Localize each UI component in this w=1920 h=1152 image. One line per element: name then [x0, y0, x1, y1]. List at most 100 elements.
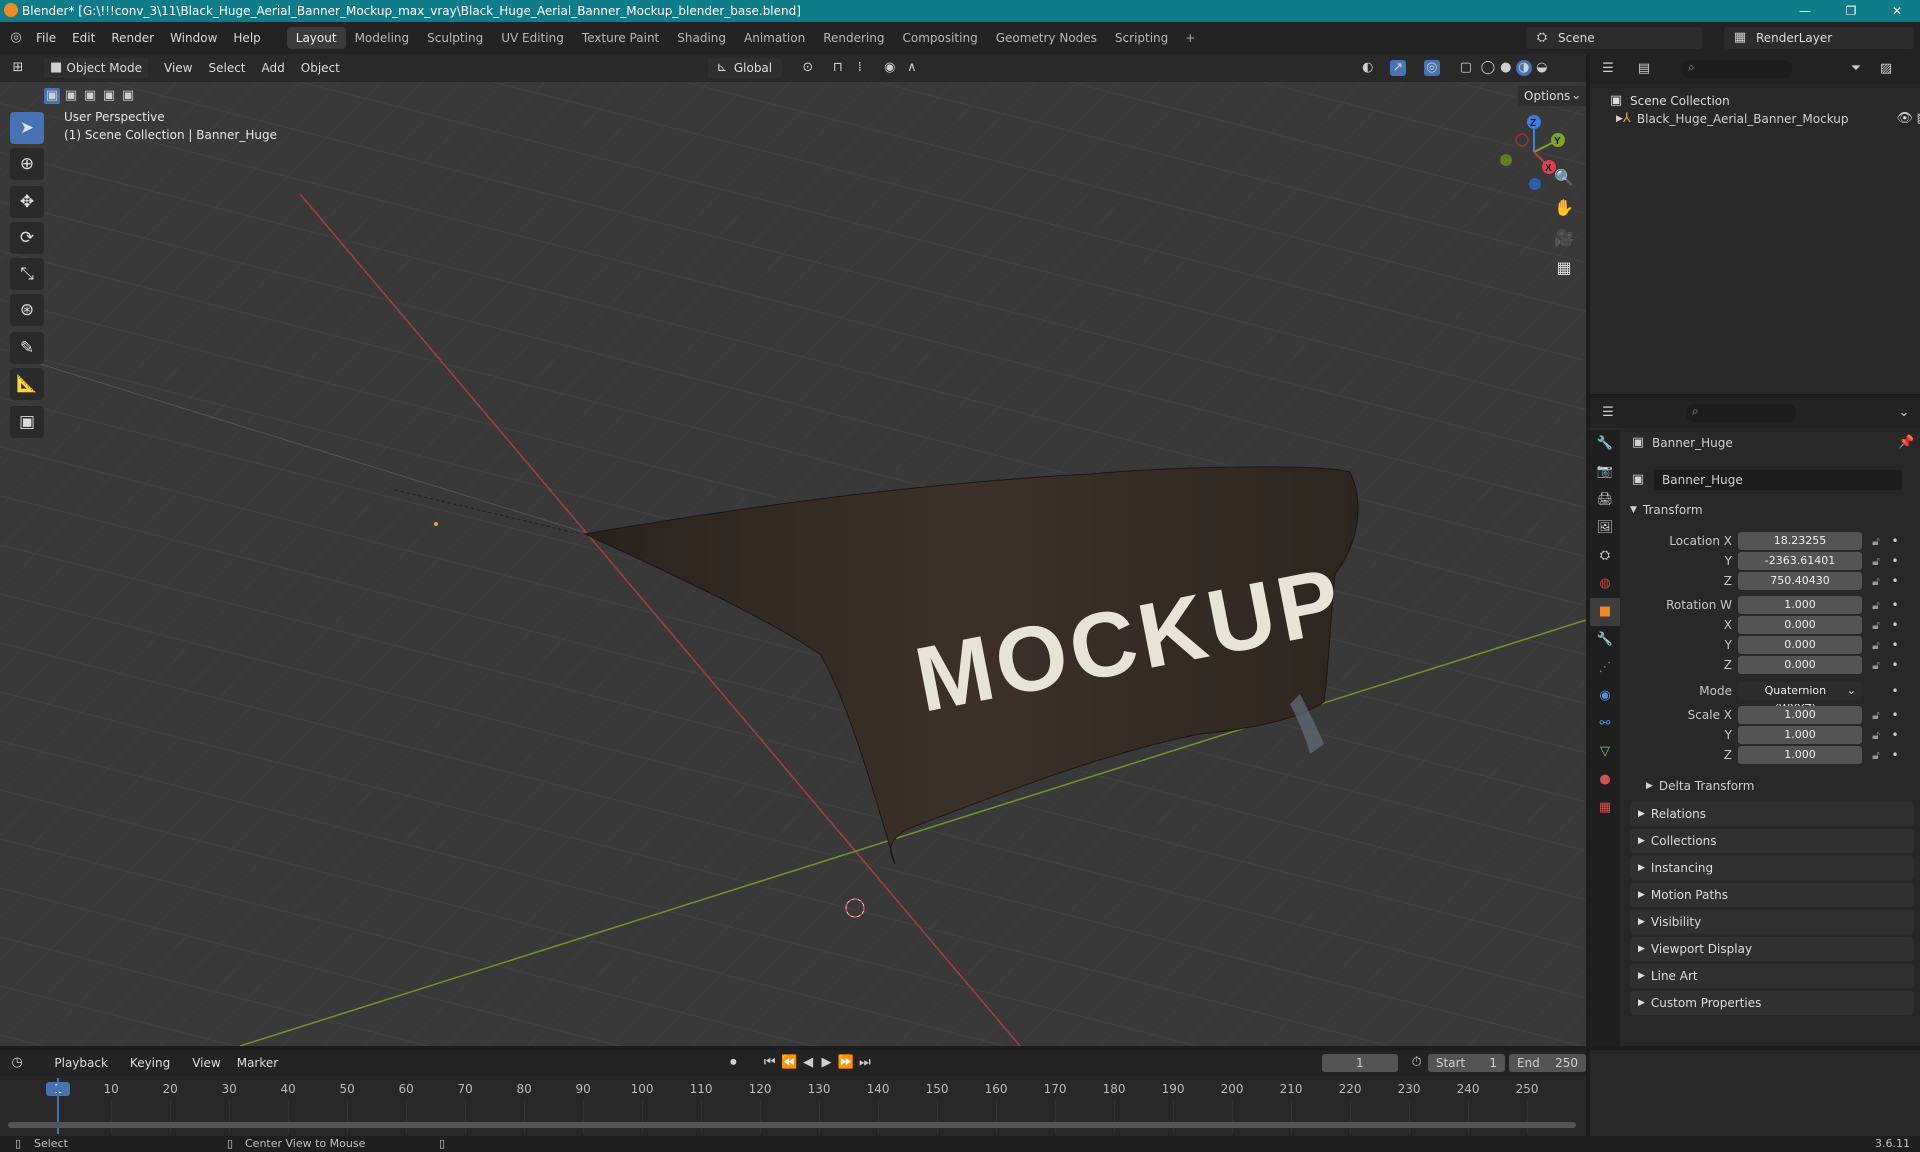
transform-panel-header[interactable]: ▼ Transform [1630, 500, 1914, 520]
rotation-y-field[interactable]: 0.000 [1738, 636, 1862, 654]
expand-arrow-icon[interactable]: ▶ [1616, 111, 1623, 127]
menu-render[interactable]: Render [103, 31, 162, 45]
timeline-menu-view[interactable]: View [184, 1056, 228, 1070]
menu-help[interactable]: Help [225, 31, 268, 45]
keyframe-dot-icon[interactable]: • [1888, 728, 1902, 742]
current-frame-field[interactable]: 1 [1322, 1054, 1398, 1072]
rotation-mode-dropdown[interactable]: Quaternion (WXYZ) ⌄ [1738, 682, 1862, 715]
select-intersect-icon[interactable]: ▣ [120, 88, 136, 104]
location-z-field[interactable]: 750.40430 [1738, 572, 1862, 590]
keyframe-dot-icon[interactable]: • [1888, 534, 1902, 548]
outliner-search-input[interactable]: ⌕ [1682, 60, 1792, 78]
select-new-icon[interactable]: ▣ [44, 88, 60, 104]
new-collection-icon[interactable]: ▨ [1878, 61, 1894, 77]
menu-edit[interactable]: Edit [64, 31, 103, 45]
tab-geometry-nodes[interactable]: Geometry Nodes [987, 27, 1106, 49]
next-keyframe-icon[interactable]: ⏩ [838, 1055, 854, 1071]
timeline-menu-playback[interactable]: Playback [46, 1056, 116, 1070]
tab-scripting[interactable]: Scripting [1106, 27, 1177, 49]
menu-window[interactable]: Window [162, 31, 225, 45]
viewport-menu-view[interactable]: View [156, 61, 200, 75]
keyframe-dot-icon[interactable]: • [1888, 574, 1902, 588]
camera-icon[interactable]: ▨ [1917, 111, 1920, 127]
panel-custom-properties[interactable]: ▶ Custom Properties [1630, 991, 1914, 1015]
location-x-field[interactable]: 18.23255 [1738, 532, 1862, 550]
panel-collections[interactable]: ▶ Collections [1630, 829, 1914, 853]
tab-layout[interactable]: Layout [286, 27, 346, 49]
keyframe-dot-icon[interactable]: • [1888, 618, 1902, 632]
prev-keyframe-icon[interactable]: ⏪ [781, 1055, 797, 1071]
shading-material-icon[interactable]: ◑ [1515, 60, 1532, 76]
display-mode-icon[interactable]: ▤ [1636, 61, 1652, 77]
stopwatch-icon[interactable]: ⏱ [1410, 1055, 1424, 1071]
rotation-z-field[interactable]: 0.000 [1738, 656, 1862, 674]
lock-icon[interactable]: 🔓︎ [1868, 534, 1884, 549]
panel-viewport-display[interactable]: ▶ Viewport Display [1630, 937, 1914, 961]
material-tab-icon[interactable]: ● [1590, 766, 1620, 794]
shading-solid-icon[interactable]: ● [1498, 60, 1514, 76]
tab-uv-editing[interactable]: UV Editing [492, 27, 573, 49]
filter-icon[interactable]: ⏷ [1848, 61, 1864, 77]
outliner-scene-collection[interactable]: ▣ Scene Collection [1608, 92, 1730, 110]
viewport-menu-object[interactable]: Object [293, 61, 348, 75]
transform-tool[interactable]: ⊛ [10, 294, 44, 326]
panel-visibility[interactable]: ▶ Visibility [1630, 910, 1914, 934]
object-mode-dropdown[interactable]: ■ Object Mode [44, 58, 148, 78]
options-dropdown[interactable]: Options ⌄ [1518, 86, 1586, 106]
annotate-tool[interactable]: ✎ [10, 332, 44, 364]
constraints-tab-icon[interactable]: ⚯ [1590, 710, 1620, 738]
output-tab-icon[interactable]: 🖨 [1590, 486, 1620, 514]
keyframe-dot-icon[interactable]: • [1888, 708, 1902, 722]
lock-icon[interactable]: 🔓︎ [1868, 658, 1884, 673]
zoom-icon[interactable]: 🔍 [1550, 164, 1578, 192]
lock-icon[interactable]: 🔓︎ [1868, 598, 1884, 613]
overlay-toggle-icon[interactable]: ◎ [1423, 60, 1440, 76]
proportional-edit-icon[interactable]: ◉ [882, 60, 898, 76]
scene-tab-icon[interactable]: ⛭ [1590, 542, 1620, 570]
keyframe-dot-icon[interactable]: • [1888, 684, 1902, 698]
render-layer-selector[interactable]: ▦ RenderLayer [1724, 27, 1914, 49]
scale-x-field[interactable]: 1.000 [1738, 706, 1862, 724]
play-icon[interactable]: ▶ [819, 1055, 833, 1071]
jump-end-icon[interactable]: ⏭ [858, 1055, 872, 1071]
tab-sculpting[interactable]: Sculpting [418, 27, 492, 49]
end-frame-field[interactable]: End 250 [1508, 1054, 1587, 1072]
blender-menu-icon[interactable]: ◎ [8, 30, 24, 46]
eye-icon[interactable]: 👁 [1897, 111, 1914, 127]
shading-rendered-icon[interactable]: ◒ [1534, 60, 1550, 76]
tab-animation[interactable]: Animation [735, 27, 814, 49]
menu-file[interactable]: File [28, 31, 64, 45]
rotation-w-field[interactable]: 1.000 [1738, 596, 1862, 614]
view-layer-tab-icon[interactable]: 🖼 [1590, 514, 1620, 542]
cursor-tool[interactable]: ⊕ [10, 148, 44, 180]
scale-tool[interactable]: ⤡ [10, 258, 44, 290]
chevron-down-icon[interactable]: ⌄ [1896, 405, 1912, 421]
lock-icon[interactable]: 🔓︎ [1868, 638, 1884, 653]
select-subtract-icon[interactable]: ▣ [82, 88, 98, 104]
timeline-menu-keying[interactable]: Keying [122, 1056, 178, 1070]
location-y-field[interactable]: -2363.61401 [1738, 552, 1862, 570]
object-browse-icon[interactable]: ▣ [1630, 472, 1646, 488]
lock-icon[interactable]: 🔓︎ [1868, 574, 1884, 589]
snap-icon[interactable]: ⊓ [830, 60, 846, 76]
lock-icon[interactable]: 🔓︎ [1868, 618, 1884, 633]
ortho-grid-icon[interactable]: ▦ [1550, 254, 1578, 282]
keyframe-dot-icon[interactable]: • [1888, 658, 1902, 672]
keyframe-dot-icon[interactable]: • [1888, 598, 1902, 612]
measure-tool[interactable]: 📐 [10, 368, 44, 400]
transform-orientation-dropdown[interactable]: ⊾ Global [707, 58, 782, 78]
visibility-filter-icon[interactable]: ◐ [1360, 60, 1376, 76]
panel-relations[interactable]: ▶ Relations [1630, 802, 1914, 826]
select-difference-icon[interactable]: ▣ [101, 88, 117, 104]
tab-shading[interactable]: Shading [668, 27, 735, 49]
render-tab-icon[interactable]: 📷 [1590, 458, 1620, 486]
move-tool[interactable]: ✥ [10, 186, 44, 218]
tool-tab-icon[interactable]: 🔧 [1590, 430, 1620, 458]
viewport-menu-select[interactable]: Select [200, 61, 253, 75]
panel-instancing[interactable]: ▶ Instancing [1630, 856, 1914, 880]
timeline-scrollbar[interactable] [8, 1122, 1576, 1128]
tab-rendering[interactable]: Rendering [814, 27, 893, 49]
snap-target-icon[interactable]: ⁞ [852, 60, 868, 76]
scene-selector[interactable]: ⛭ Scene [1526, 27, 1702, 49]
play-reverse-icon[interactable]: ◀ [801, 1055, 815, 1071]
